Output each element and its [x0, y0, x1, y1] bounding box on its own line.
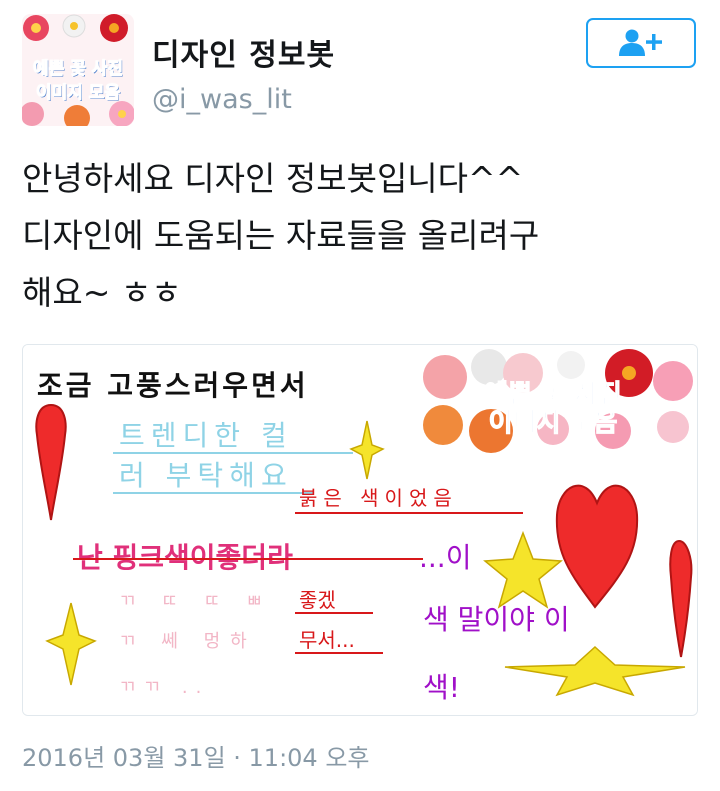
display-name[interactable]: 디자인 정보봇: [152, 30, 335, 74]
red-text-line3: 무서...: [299, 628, 355, 652]
banner-text-line1: 예쁜 꽃 사진: [484, 380, 622, 410]
dots-i-text: ...이: [419, 541, 471, 574]
faint-text-line2: ㄲ 쎄 멍하: [119, 631, 257, 652]
red-text-line1: 붉은 색이었음: [299, 486, 458, 510]
avatar-text-line2: 이미지 모음: [35, 83, 121, 104]
trendy-text-line1: 트렌디한 컬: [119, 419, 293, 452]
red-text-line2: 좋겠: [299, 588, 336, 612]
design-request-meme: 예쁜 꽃 사진 이미지 모음 조금 고풍스러우면서 트렌디한 컬 러 부탁해요 …: [23, 345, 697, 715]
trendy-text-line2: 러 부탁해요: [119, 459, 293, 492]
avatar[interactable]: 예쁜 꽃 사진 이미지 모음: [22, 14, 134, 126]
follow-button[interactable]: [586, 18, 696, 68]
faint-text-line3: ㄲㄲ ..: [119, 677, 209, 698]
user-handle[interactable]: @i_was_lit: [152, 84, 292, 115]
pink-text: 난 핑크색이좋더라: [77, 541, 293, 574]
color-text-line1: 색 말이야 이: [423, 603, 570, 636]
color-text-line2: 색!: [423, 671, 460, 704]
banner-text-line2: 이미지 모음: [489, 408, 618, 438]
add-user-icon: [619, 29, 662, 56]
tweet-media-image[interactable]: 예쁜 꽃 사진 이미지 모음 조금 고풍스러우면서 트렌디한 컬 러 부탁해요 …: [22, 344, 698, 716]
heading-text: 조금 고풍스러우면서: [37, 369, 309, 402]
tweet-timestamp[interactable]: 2016년 03월 31일 · 11:04 오후: [22, 738, 370, 773]
faint-text-line1: ㄲ ㄸ ㄸ ㅃ: [119, 591, 272, 612]
avatar-text-line1: 예쁜 꽃 사진: [32, 59, 124, 80]
tweet-text: 안녕하세요 디자인 정보봇입니다^^ 디자인에 도움되는 자료들을 올리려구 해…: [22, 159, 540, 312]
